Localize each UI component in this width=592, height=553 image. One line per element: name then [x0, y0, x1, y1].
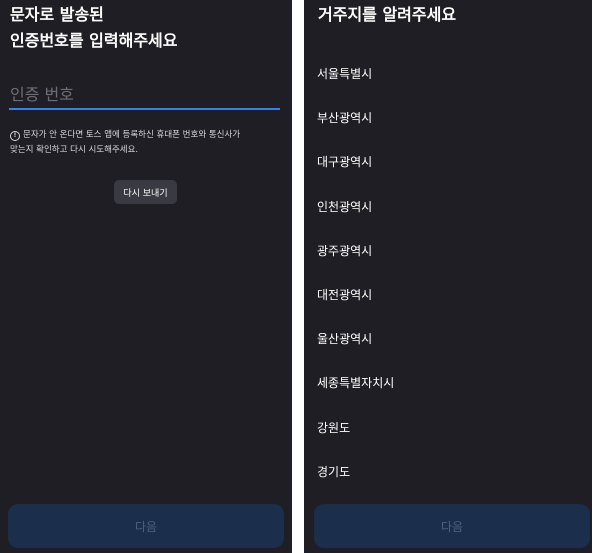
- region-item-gyeonggi[interactable]: 경기도: [304, 450, 592, 494]
- region-item-incheon[interactable]: 인천광역시: [304, 185, 592, 229]
- verification-code-field: [9, 80, 281, 110]
- screenshot-stage: 문자로 발송된 인증번호를 입력해주세요 !문자가 안 온다면 토스 앱에 등록…: [0, 0, 592, 553]
- region-item-sejong[interactable]: 세종특별자치시: [304, 361, 592, 405]
- notice-line-1: 문자가 안 온다면 토스 앱에 등록하신 휴대폰 번호와 통신사가: [23, 130, 241, 140]
- region-list: 서울특별시 부산광역시 대구광역시 인천광역시 광주광역시 대전광역시 울산광역…: [304, 52, 592, 494]
- region-item-seoul[interactable]: 서울특별시: [304, 52, 592, 96]
- region-item-ulsan[interactable]: 울산광역시: [304, 317, 592, 361]
- resend-notice: ! 문자가 안 온다면 토스 앱에 등록하신 휴대폰 번호와 통신사가 맞는지 확…: [10, 128, 282, 158]
- resend-button[interactable]: 다시 보내기: [114, 180, 177, 204]
- region-item-daejeon[interactable]: 대전광역시: [304, 273, 592, 317]
- title-line-2: 인증번호를 입력해주세요: [10, 31, 178, 50]
- verification-screen: 문자로 발송된 인증번호를 입력해주세요 !문자가 안 온다면 토스 앱에 등록…: [0, 0, 292, 553]
- notice-line-2: 맞는지 확인하고 다시 시도해주세요.: [10, 145, 139, 155]
- region-item-busan[interactable]: 부산광역시: [304, 96, 592, 140]
- next-button[interactable]: 다음: [314, 504, 590, 548]
- verification-code-input[interactable]: [9, 80, 281, 108]
- region-item-gangwon[interactable]: 강원도: [304, 406, 592, 450]
- title-line-1: 문자로 발송된: [10, 5, 104, 24]
- region-item-daegu[interactable]: 대구광역시: [304, 140, 592, 184]
- residence-screen: 거주지를 알려주세요 서울특별시 부산광역시 대구광역시 인천광역시 광주광역시…: [304, 0, 592, 553]
- info-circle-icon: !: [10, 131, 20, 141]
- page-title: 문자로 발송된 인증번호를 입력해주세요: [10, 2, 178, 54]
- page-title: 거주지를 알려주세요: [318, 5, 457, 24]
- region-item-gwangju[interactable]: 광주광역시: [304, 229, 592, 273]
- next-button[interactable]: 다음: [8, 504, 284, 548]
